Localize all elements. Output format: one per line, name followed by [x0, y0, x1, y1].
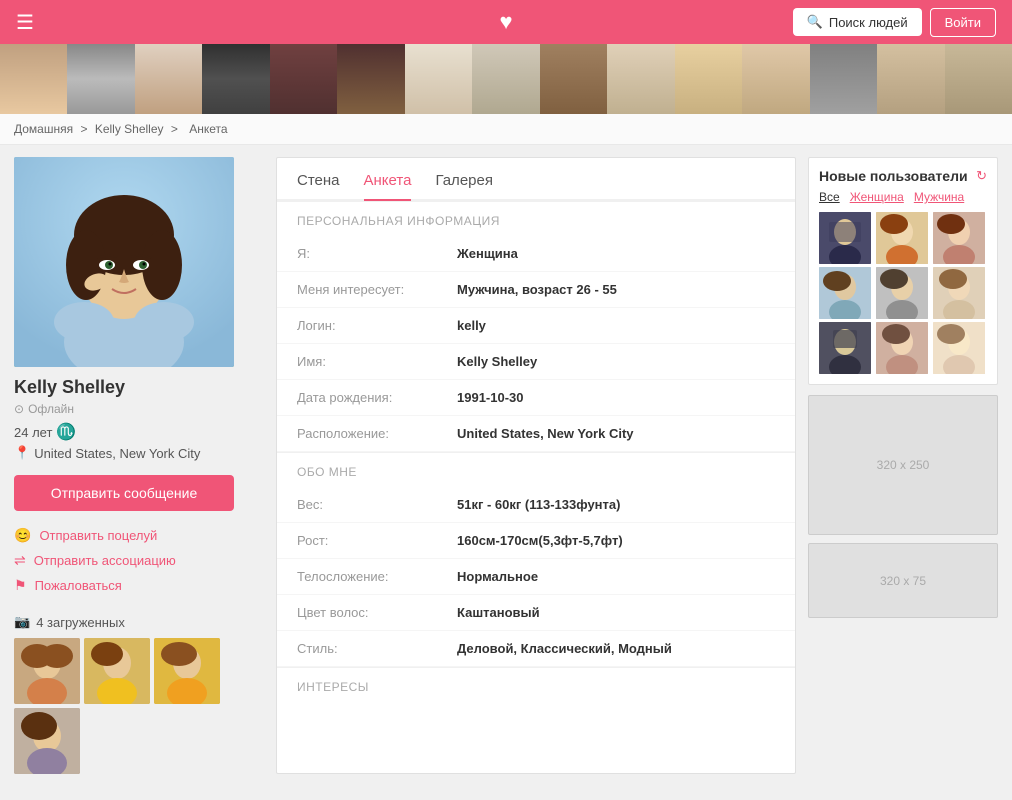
header-right: 🔍 Поиск людей Войти [793, 8, 996, 37]
breadcrumb-sep2: > [171, 122, 178, 136]
left-column: Kelly Shelley ⊙ Офлайн 24 лет ♏ 📍 United… [14, 157, 264, 774]
breadcrumb-home[interactable]: Домашняя [14, 122, 73, 136]
header: ☰ ♥ 🔍 Поиск людей Войти [0, 0, 1012, 44]
new-user-7[interactable] [819, 322, 871, 374]
info-row-birthdate: Дата рождения: 1991-10-30 [277, 380, 795, 416]
strip-photo-14[interactable] [877, 44, 944, 114]
info-row-name: Имя: Kelly Shelley [277, 344, 795, 380]
filter-female[interactable]: Женщина [850, 190, 904, 204]
status-icon: ⊙ [14, 402, 24, 416]
action-links: 😊 Отправить поцелуй ⇌ Отправить ассоциац… [14, 527, 264, 594]
strip-photo-4[interactable] [202, 44, 269, 114]
search-icon: 🔍 [807, 14, 823, 30]
user-status: ⊙ Офлайн [14, 402, 264, 416]
strip-photo-9[interactable] [540, 44, 607, 114]
interests-header: ИНТЕРЕСЫ [277, 667, 795, 702]
strip-photo-2[interactable] [67, 44, 134, 114]
breadcrumb: Домашняя > Kelly Shelley > Анкета [0, 114, 1012, 145]
refresh-icon[interactable]: ↻ [976, 168, 987, 184]
info-row-hair: Цвет волос: Каштановый [277, 595, 795, 631]
report-icon: ⚑ [14, 577, 27, 594]
photo-thumb-2[interactable] [84, 638, 150, 704]
about-me-header: ОБО МНЕ [277, 452, 795, 487]
new-user-6[interactable] [933, 267, 985, 319]
photos-label: 📷 4 загруженных [14, 614, 264, 630]
new-user-9[interactable] [933, 322, 985, 374]
login-button[interactable]: Войти [930, 8, 996, 37]
strip-photo-3[interactable] [135, 44, 202, 114]
strip-photo-7[interactable] [405, 44, 472, 114]
strip-photo-11[interactable] [675, 44, 742, 114]
send-association-link[interactable]: ⇌ Отправить ассоциацию [14, 552, 264, 569]
personal-info-header: ПЕРСОНАЛЬНАЯ ИНФОРМАЦИЯ [277, 201, 795, 236]
header-left: ☰ [16, 10, 34, 35]
info-row-build: Телосложение: Нормальное [277, 559, 795, 595]
report-link[interactable]: ⚑ Пожаловаться [14, 577, 264, 594]
photo-grid [14, 638, 234, 774]
new-user-4[interactable] [819, 267, 871, 319]
user-location: 📍 United States, New York City [14, 445, 264, 461]
filter-all[interactable]: Все [819, 190, 840, 204]
new-user-1[interactable] [819, 212, 871, 264]
new-users-filter: Все Женщина Мужчина [819, 190, 987, 204]
location-icon: 📍 [14, 445, 30, 461]
info-row-height: Рост: 160см-170см(5,3фт-5,7фт) [277, 523, 795, 559]
filter-male[interactable]: Мужчина [914, 190, 964, 204]
user-age: 24 лет ♏ [14, 422, 264, 442]
new-user-3[interactable] [933, 212, 985, 264]
menu-icon[interactable]: ☰ [16, 10, 34, 35]
breadcrumb-sep1: > [80, 122, 87, 136]
breadcrumb-user[interactable]: Kelly Shelley [95, 122, 164, 136]
profile-tabs: Стена Анкета Галерея [277, 158, 795, 201]
main-content: Kelly Shelley ⊙ Офлайн 24 лет ♏ 📍 United… [0, 145, 1012, 786]
profile-photo [14, 157, 234, 367]
strip-photo-8[interactable] [472, 44, 539, 114]
info-row-interest: Меня интересует: Мужчина, возраст 26 - 5… [277, 272, 795, 308]
new-users-title: Новые пользователи [819, 168, 968, 184]
photo-thumb-3[interactable] [154, 638, 220, 704]
send-message-button[interactable]: Отправить сообщение [14, 475, 234, 511]
photo-thumb-1[interactable] [14, 638, 80, 704]
association-icon: ⇌ [14, 552, 26, 569]
search-button[interactable]: 🔍 Поиск людей [793, 8, 922, 36]
zodiac-icon: ♏ [56, 422, 76, 442]
strip-photo-5[interactable] [270, 44, 337, 114]
new-user-8[interactable] [876, 322, 928, 374]
photo-thumb-4[interactable] [14, 708, 80, 774]
strip-photo-10[interactable] [607, 44, 674, 114]
header-heart-icon: ♥ [499, 9, 512, 35]
strip-photo-13[interactable] [810, 44, 877, 114]
kiss-icon: 😊 [14, 527, 31, 544]
users-grid [819, 212, 987, 374]
send-kiss-link[interactable]: 😊 Отправить поцелуй [14, 527, 264, 544]
info-row-login: Логин: kelly [277, 308, 795, 344]
info-row-location: Расположение: United States, New York Ci… [277, 416, 795, 452]
strip-photo-1[interactable] [0, 44, 67, 114]
new-user-5[interactable] [876, 267, 928, 319]
breadcrumb-page: Анкета [189, 122, 227, 136]
info-row-weight: Вес: 51кг - 60кг (113-133фунта) [277, 487, 795, 523]
new-users-header: Новые пользователи ↻ [819, 168, 987, 184]
photo-strip [0, 44, 1012, 114]
ad-large: 320 x 250 [808, 395, 998, 535]
center-column: Стена Анкета Галерея ПЕРСОНАЛЬНАЯ ИНФОРМ… [276, 157, 796, 774]
strip-photo-12[interactable] [742, 44, 809, 114]
tab-wall[interactable]: Стена [297, 172, 340, 201]
info-row-style: Стиль: Деловой, Классический, Модный [277, 631, 795, 667]
strip-photo-6[interactable] [337, 44, 404, 114]
tab-gallery[interactable]: Галерея [435, 172, 493, 201]
new-user-2[interactable] [876, 212, 928, 264]
user-name: Kelly Shelley [14, 377, 264, 398]
strip-photo-15[interactable] [945, 44, 1012, 114]
camera-icon: 📷 [14, 614, 30, 630]
right-column: Новые пользователи ↻ Все Женщина Мужчина [808, 157, 998, 774]
tab-profile[interactable]: Анкета [364, 172, 412, 201]
photos-section: 📷 4 загруженных [14, 614, 264, 774]
new-users-box: Новые пользователи ↻ Все Женщина Мужчина [808, 157, 998, 385]
ad-small: 320 x 75 [808, 543, 998, 618]
info-row-gender: Я: Женщина [277, 236, 795, 272]
